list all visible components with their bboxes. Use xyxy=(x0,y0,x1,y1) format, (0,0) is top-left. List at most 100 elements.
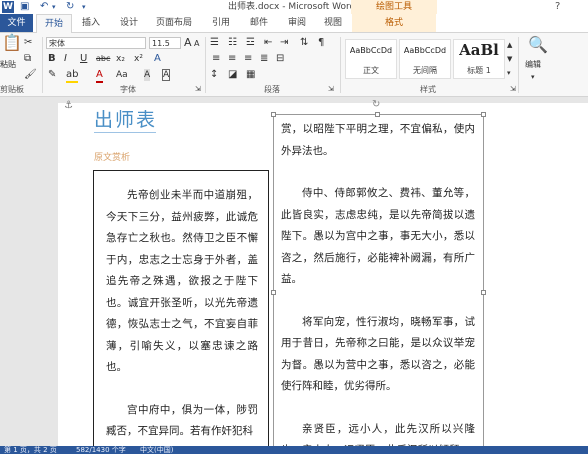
style-heading-1[interactable]: AaBl 标题 1 xyxy=(453,39,505,79)
resize-handle[interactable] xyxy=(481,112,486,117)
tab-references[interactable]: 引用 xyxy=(206,14,236,32)
redo-icon[interactable]: ↻ xyxy=(66,0,74,14)
sort-icon[interactable]: ⇅ xyxy=(300,37,308,49)
group-divider xyxy=(42,37,43,93)
numbering-icon[interactable]: ☷ xyxy=(228,37,237,49)
tab-design[interactable]: 设计 xyxy=(114,14,144,32)
bold-button[interactable]: B xyxy=(48,53,56,65)
style-normal[interactable]: AaBbCcDd 正文 xyxy=(345,39,397,79)
justify-icon[interactable]: ≣ xyxy=(260,53,268,65)
subscript-button[interactable]: x₂ xyxy=(116,53,125,65)
window-title: 出师表.docx - Microsoft Word xyxy=(228,2,356,12)
font-color-button[interactable]: A xyxy=(96,69,103,83)
cut-icon[interactable]: ✂ xyxy=(24,37,32,49)
style-name: 无间隔 xyxy=(413,66,437,75)
ribbon-tabs: 文件 开始 插入 设计 页面布局 引用 邮件 审阅 视图 格式 xyxy=(0,14,588,33)
resize-handle[interactable] xyxy=(271,112,276,117)
resize-handle[interactable] xyxy=(481,290,486,295)
styles-dialog-launcher-icon[interactable]: ⇲ xyxy=(510,83,516,95)
help-icon[interactable]: ? xyxy=(555,0,560,14)
context-tools-label: 绘图工具 xyxy=(351,0,437,14)
tab-file[interactable]: 文件 xyxy=(0,14,33,32)
tab-review[interactable]: 审阅 xyxy=(282,14,312,32)
qat-customize-icon[interactable]: ▾ xyxy=(82,0,86,14)
save-icon[interactable]: ▣ xyxy=(20,0,29,14)
align-right-icon[interactable]: ≡ xyxy=(244,53,252,65)
superscript-button[interactable]: x² xyxy=(134,53,143,65)
paragraph: 先帝创业未半而中道崩殂，今天下三分，益州疲弊，此诚危急存亡之秋也。然侍卫之臣不懈… xyxy=(106,189,258,373)
group-divider xyxy=(340,37,341,93)
editing-label[interactable]: 编辑 xyxy=(525,59,541,71)
format-painter-icon[interactable]: 🖌 xyxy=(24,69,37,81)
page-count[interactable]: 第 1 页，共 2 页 xyxy=(4,446,57,454)
language-indicator[interactable]: 中文(中国) xyxy=(140,446,173,454)
styles-more-icon[interactable]: ▾ xyxy=(507,67,511,79)
line-spacing-icon[interactable]: ↕ xyxy=(210,69,218,81)
font-group-label: 字体 xyxy=(120,85,136,94)
group-divider xyxy=(518,37,519,93)
font-size-combo[interactable]: 11.5 xyxy=(149,37,181,49)
distribute-icon[interactable]: ⊟ xyxy=(276,53,284,65)
multilevel-list-icon[interactable]: ☲ xyxy=(246,37,255,49)
anchor-icon: ⚓ xyxy=(64,100,73,111)
document-title[interactable]: 出师表 xyxy=(94,105,157,132)
highlight-color-icon[interactable]: ab xyxy=(66,69,79,83)
styles-group-label: 样式 xyxy=(420,85,436,94)
left-text-frame[interactable]: 先帝创业未半而中道崩殂，今天下三分，益州疲弊，此诚危急存亡之秋也。然侍卫之臣不懈… xyxy=(93,170,269,454)
underline-button[interactable]: U xyxy=(80,53,87,65)
tab-home[interactable]: 开始 xyxy=(36,14,72,33)
style-no-spacing[interactable]: AaBbCcDd 无间隔 xyxy=(399,39,451,79)
paragraph: 赏，以昭陛下平明之理，不宜偏私，使内外异法也。 xyxy=(281,123,475,157)
undo-dropdown-icon[interactable]: ▾ xyxy=(52,0,56,14)
resize-handle[interactable] xyxy=(271,290,276,295)
tab-mailings[interactable]: 邮件 xyxy=(244,14,274,32)
paragraph: 将军向宠，性行淑均，晓畅军事，试用于昔日，先帝称之曰能，是以众议举宠为督。愚以为… xyxy=(281,315,475,393)
paragraph: 宫中府中，俱为一体，陟罚臧否，不宜异同。若有作奸犯科 xyxy=(106,403,258,438)
right-text-frame[interactable]: 赏，以昭陛下平明之理，不宜偏私，使内外异法也。 侍中、侍郎郭攸之、费祎、董允等，… xyxy=(273,114,484,454)
tab-insert[interactable]: 插入 xyxy=(76,14,106,32)
align-left-icon[interactable]: ≡ xyxy=(212,53,220,65)
paragraph-dialog-launcher-icon[interactable]: ⇲ xyxy=(328,83,334,95)
style-name: 标题 1 xyxy=(467,66,491,75)
find-icon[interactable]: 🔍 xyxy=(528,37,548,53)
document-subtitle[interactable]: 原文赏析 xyxy=(94,150,130,163)
highlight-icon[interactable]: ✎ xyxy=(48,69,56,81)
increase-indent-icon[interactable]: ⇥ xyxy=(280,37,288,49)
grow-font-icon[interactable]: A xyxy=(184,37,192,49)
resize-handle[interactable] xyxy=(375,112,380,117)
italic-button[interactable]: I xyxy=(64,53,67,65)
change-case-button[interactable]: Aa xyxy=(116,69,128,81)
shading-icon[interactable]: ◪ xyxy=(228,69,237,81)
group-divider xyxy=(205,37,206,93)
undo-icon[interactable]: ↶ xyxy=(40,0,48,14)
text-effects-icon[interactable]: A xyxy=(154,53,161,65)
strikethrough-button[interactable]: abc xyxy=(96,53,110,65)
align-center-icon[interactable]: ≡ xyxy=(228,53,236,65)
char-shading-icon[interactable]: A xyxy=(144,69,151,81)
title-bar: W ▣ ↶ ▾ ↻ ▾ 出师表.docx - Microsoft Word 绘图… xyxy=(0,0,588,14)
styles-scroll-up-icon[interactable]: ▲ xyxy=(507,39,512,51)
tab-view[interactable]: 视图 xyxy=(318,14,348,32)
decrease-indent-icon[interactable]: ⇤ xyxy=(264,37,272,49)
title-underline xyxy=(94,132,156,133)
tab-format[interactable]: 格式 xyxy=(352,14,436,32)
editing-dropdown-icon[interactable]: ▾ xyxy=(531,71,535,83)
borders-icon[interactable]: ▦ xyxy=(246,69,255,81)
bullets-icon[interactable]: ☰ xyxy=(210,37,219,49)
tab-page-layout[interactable]: 页面布局 xyxy=(150,14,198,32)
shrink-font-icon[interactable]: A xyxy=(194,38,199,50)
font-name-combo[interactable]: 宋体 xyxy=(46,37,146,49)
styles-scroll-down-icon[interactable]: ▼ xyxy=(507,53,512,65)
show-marks-icon[interactable]: ¶ xyxy=(318,37,324,49)
rotate-handle-icon[interactable]: ↻ xyxy=(372,99,380,110)
copy-icon[interactable]: ⧉ xyxy=(24,53,31,65)
word-logo-icon[interactable]: W xyxy=(2,1,14,13)
paragraph-group-label: 段落 xyxy=(264,85,280,94)
style-sample: AaBl xyxy=(459,41,499,59)
font-dialog-launcher-icon[interactable]: ⇲ xyxy=(195,83,201,95)
word-count[interactable]: 582/1430 个字 xyxy=(76,446,126,454)
paste-icon[interactable]: 📋 xyxy=(2,35,22,57)
paste-label[interactable]: 粘贴 xyxy=(0,59,16,71)
paragraph: 侍中、侍郎郭攸之、费祎、董允等，此皆良实，志虑忠纯，是以先帝简拔以遗陛下。愚以为… xyxy=(281,187,475,285)
char-border-icon[interactable]: A xyxy=(162,69,171,81)
